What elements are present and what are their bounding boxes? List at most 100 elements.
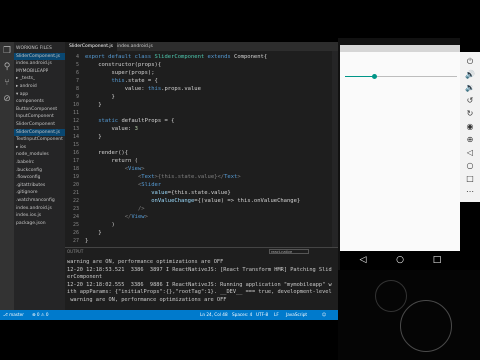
explorer-item[interactable]: ▾ app: [16, 91, 28, 98]
power-icon[interactable]: ⏻: [463, 56, 477, 68]
code-line: }: [85, 230, 102, 236]
output-line: 12-20 12:18:53.521 3386 3897 I ReactNati…: [67, 266, 332, 273]
explorer-item[interactable]: components: [16, 98, 44, 105]
explorer-item[interactable]: ButtonComponent: [16, 106, 57, 113]
explorer-item[interactable]: .watchmanconfig: [16, 197, 55, 204]
explorer-item[interactable]: index.android.js: [16, 205, 52, 212]
output-line: warning are ON, performance optimization…: [67, 297, 227, 303]
more-icon[interactable]: ⋯: [463, 186, 477, 198]
explorer-item[interactable]: ▸ android: [16, 83, 37, 90]
rotate-left-icon[interactable]: ↺: [463, 95, 477, 107]
line-ending[interactable]: LF: [274, 310, 279, 320]
explorer-item[interactable]: SliderComponent: [16, 121, 55, 128]
files-icon[interactable]: ❐: [2, 46, 12, 56]
output-line: ith appParams: {"initialProps":{},"rootT…: [67, 289, 332, 296]
problems-count[interactable]: ⊗ 0 ⚠ 0: [32, 310, 49, 320]
line-number: 8: [75, 86, 79, 92]
code-line: }: [85, 134, 102, 140]
line-number: 23: [72, 206, 79, 212]
code-line: ): [85, 222, 115, 228]
line-number: 14: [72, 134, 79, 140]
line-number: 16: [72, 150, 79, 156]
code-line: this.state = {: [85, 78, 158, 84]
line-number: 19: [72, 174, 79, 180]
output-line: 12-20 12:18:02.555 3386 9886 I ReactNati…: [67, 281, 332, 288]
explorer-item[interactable]: WORKING FILES: [16, 45, 52, 52]
rotate-right-icon[interactable]: ↻: [463, 108, 477, 120]
explorer-item[interactable]: TextInputComponent: [16, 136, 63, 143]
code-line: }: [85, 94, 115, 100]
code-editor[interactable]: 4 export default class SliderComponent ex…: [65, 51, 338, 247]
slider-thumb[interactable]: [372, 74, 377, 79]
explorer-item[interactable]: .flowconfig: [16, 174, 40, 181]
code-line: value: this.props.value: [85, 86, 201, 92]
code-line: return (: [85, 158, 138, 164]
output-panel: OUTPUT react-native warning are ON, perf…: [65, 247, 338, 310]
feedback-icon[interactable]: ☺: [322, 310, 326, 320]
overview-icon[interactable]: □: [430, 253, 444, 267]
back-icon[interactable]: ◁: [356, 253, 370, 267]
volume-up-icon[interactable]: 🔊: [463, 69, 477, 81]
line-number: 22: [72, 198, 79, 204]
volume-down-icon[interactable]: 🔉: [463, 82, 477, 94]
line-number: 9: [75, 94, 79, 100]
line-number: 21: [72, 190, 79, 196]
panel-title: OUTPUT: [67, 249, 84, 254]
explorer-item[interactable]: ▸ ios: [16, 144, 26, 151]
overview-icon[interactable]: □: [463, 173, 477, 185]
language-mode[interactable]: JavaScript: [286, 310, 307, 320]
code-line: />: [85, 206, 145, 212]
explorer-item[interactable]: .buckconfig: [16, 167, 42, 174]
home-icon[interactable]: ○: [463, 160, 477, 172]
zoom-icon[interactable]: ⊕: [463, 134, 477, 146]
line-number: 17: [72, 158, 79, 164]
line-number: 18: [72, 166, 79, 172]
line-number: 27: [72, 238, 79, 244]
line-number: 5: [75, 62, 79, 68]
explorer-item[interactable]: node_modules: [16, 151, 49, 158]
explorer-item[interactable]: index.ios.js: [16, 212, 41, 219]
code-line: <Text>{this.state.value}</Text>: [85, 174, 241, 180]
camera-icon[interactable]: ◉: [463, 121, 477, 133]
explorer-item[interactable]: package.json: [16, 220, 46, 227]
explorer-item[interactable]: index.android.js: [16, 60, 52, 67]
explorer-item[interactable]: ▸ _tests_: [16, 75, 35, 82]
explorer-sidebar: WORKING FILES SliderComponent.js index.and…: [14, 42, 65, 310]
phone-status-bar: [340, 45, 460, 52]
indentation[interactable]: Spaces: 4: [232, 310, 252, 320]
explorer-item[interactable]: SliderComponent.js: [14, 52, 65, 60]
back-icon[interactable]: ◁: [463, 147, 477, 159]
git-icon[interactable]: ⑂: [2, 78, 12, 88]
output-channel-select[interactable]: react-native: [269, 249, 309, 254]
code-line: onValueChange={(value) => this.onValueCh…: [85, 198, 301, 204]
line-number: 24: [72, 214, 79, 220]
explorer-item[interactable]: SliderComponent.js: [14, 128, 65, 136]
desktop-wallpaper-ring: [375, 280, 407, 312]
code-line: super(props);: [85, 70, 155, 76]
explorer-item[interactable]: .babelrc: [16, 159, 34, 166]
vscode-window: ❐ ⚲ ⑂ ⊘ WORKING FILES SliderComponent.js i…: [0, 42, 338, 320]
line-number: 12: [72, 118, 79, 124]
explorer-item[interactable]: InputComponent: [16, 113, 54, 120]
code-line: <Slider: [85, 182, 162, 188]
explorer-item[interactable]: .gitignore: [16, 189, 38, 196]
debug-icon[interactable]: ⊘: [2, 94, 12, 104]
git-branch[interactable]: ⎇ master: [3, 310, 24, 320]
cursor-position[interactable]: Ln 24, Col 48: [200, 310, 228, 320]
explorer-item[interactable]: .gitattributes: [16, 182, 45, 189]
home-icon[interactable]: ○: [393, 253, 407, 267]
status-bar: ⎇ master ⊗ 0 ⚠ 0 Ln 24, Col 48 Spaces: 4…: [0, 310, 338, 320]
line-number: 20: [72, 182, 79, 188]
search-icon[interactable]: ⚲: [2, 62, 12, 72]
tab-slider-component[interactable]: SliderComponent.js: [65, 42, 117, 51]
tab-index-android[interactable]: index.android.js: [113, 42, 157, 51]
code-line: </View>: [85, 214, 148, 220]
line-number: 25: [72, 222, 79, 228]
code-line: constructor(props){: [85, 62, 162, 68]
output-line: erComponent: [67, 274, 103, 281]
line-number: 26: [72, 230, 79, 236]
activity-bar: ❐ ⚲ ⑂ ⊘: [0, 42, 14, 310]
explorer-item[interactable]: MYMOBILEAPP: [16, 68, 48, 75]
line-number: 6: [75, 70, 79, 76]
encoding[interactable]: UTF-8: [256, 310, 268, 320]
